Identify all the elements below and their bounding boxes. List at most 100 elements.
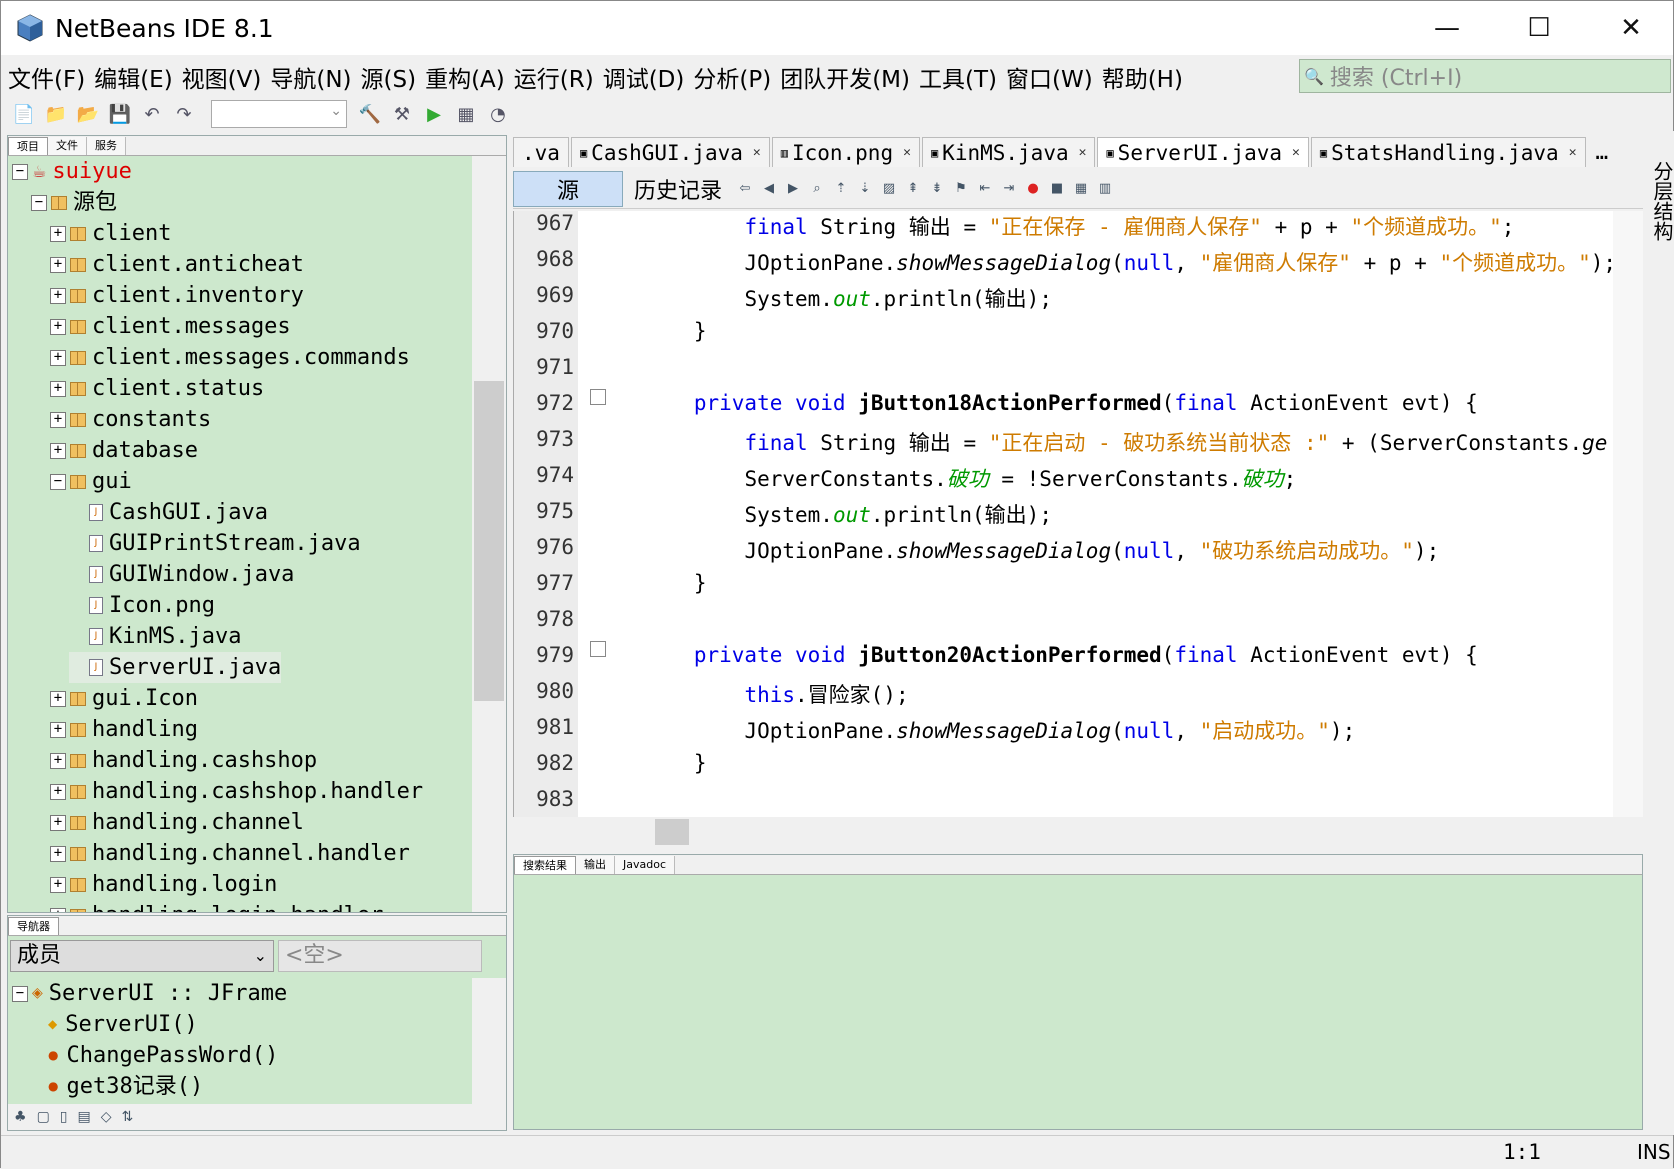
tab-javadoc[interactable]: Javadoc	[615, 856, 675, 874]
tab-partial[interactable]: .va	[513, 137, 569, 167]
maximize-button[interactable]: ☐	[1493, 1, 1585, 55]
collapse-toggle[interactable]: −	[12, 163, 28, 180]
save-all-icon[interactable]: 💾	[107, 101, 133, 127]
navigator-member-row[interactable]: ◆ ServerUI()	[48, 1009, 198, 1040]
tab-serverui[interactable]: ▣ ServerUI.java ✕	[1097, 137, 1309, 167]
collapse-toggle[interactable]: −	[50, 473, 66, 490]
debug-icon[interactable]: ▦	[453, 101, 479, 127]
tab-projects[interactable]: 项目	[8, 137, 48, 155]
close-icon[interactable]: ✕	[903, 145, 911, 160]
member-filter-select[interactable]: 成员 ⌄	[10, 940, 274, 972]
start-macro-icon[interactable]: ●	[1023, 179, 1043, 199]
find-next-icon[interactable]: ⇣	[855, 179, 875, 199]
expand-toggle[interactable]: +	[50, 287, 66, 304]
navigator-member-row[interactable]: ● get38记录()	[48, 1071, 203, 1102]
tab-output[interactable]: 输出	[576, 856, 615, 874]
tree-row[interactable]: − gui	[50, 466, 132, 497]
project-tree-scrollbar[interactable]	[472, 156, 506, 912]
scrollbar-thumb[interactable]	[474, 381, 504, 701]
tree-row[interactable]: + constants	[50, 404, 211, 435]
close-icon[interactable]: ✕	[1569, 145, 1577, 160]
menu-window[interactable]: 窗口(W)	[1006, 60, 1093, 94]
close-button[interactable]: ✕	[1585, 1, 1674, 55]
open-project-icon[interactable]: 📂	[75, 101, 101, 127]
prev-bookmark-icon[interactable]: ⇞	[903, 179, 923, 199]
tab-icon-png[interactable]: ▥ Icon.png ✕	[771, 137, 920, 167]
tab-services[interactable]: 服务	[87, 137, 126, 155]
tree-row[interactable]: + handling.login.handler	[50, 900, 383, 912]
expand-toggle[interactable]: +	[50, 783, 66, 800]
quick-search-field[interactable]: 🔍 搜索 (Ctrl+I)	[1299, 59, 1671, 93]
tree-row[interactable]: + client	[50, 218, 171, 249]
hscroll-thumb[interactable]	[655, 819, 689, 845]
tab-cashgui[interactable]: ▣ CashGUI.java ✕	[570, 137, 770, 167]
tree-row[interactable]: J GUIWindow.java	[69, 559, 294, 590]
tree-row[interactable]: J GUIPrintStream.java	[69, 528, 361, 559]
expand-toggle[interactable]: +	[50, 256, 66, 273]
close-icon[interactable]: ✕	[1079, 145, 1087, 160]
tab-search-results[interactable]: 搜索结果	[514, 856, 576, 874]
menu-tools[interactable]: 工具(T)	[919, 60, 997, 94]
static-icon[interactable]: ▯	[60, 1109, 68, 1125]
expand-toggle[interactable]: +	[50, 876, 66, 893]
close-icon[interactable]: ✕	[753, 145, 761, 160]
stop-macro-icon[interactable]: ■	[1047, 179, 1067, 199]
expand-toggle[interactable]: +	[50, 411, 66, 428]
fold-toggle-icon[interactable]	[590, 389, 606, 405]
tab-navigator[interactable]: 导航器	[8, 917, 59, 935]
secondary-filter-select[interactable]: <空>	[278, 940, 482, 972]
menu-view[interactable]: 视图(V)	[182, 60, 262, 94]
toggle-highlight-icon[interactable]: ▨	[879, 179, 899, 199]
tree-row[interactable]: + database	[50, 435, 198, 466]
inherited-icon[interactable]: ◇	[101, 1109, 112, 1125]
redo-icon[interactable]: ↷	[171, 101, 197, 127]
shift-left-icon[interactable]: ⇤	[975, 179, 995, 199]
menu-run[interactable]: 运行(R)	[514, 60, 594, 94]
minimize-button[interactable]: —	[1401, 1, 1493, 55]
more-tabs-button[interactable]: …	[1588, 137, 1617, 167]
menu-source[interactable]: 源(S)	[361, 60, 417, 94]
tree-row[interactable]: + gui.Icon	[50, 683, 198, 714]
expand-toggle[interactable]: +	[50, 907, 66, 912]
menu-file[interactable]: 文件(F)	[8, 60, 85, 94]
undo-icon[interactable]: ↶	[139, 101, 165, 127]
next-bookmark-icon[interactable]: ⇟	[927, 179, 947, 199]
editor-vscroll[interactable]	[1613, 211, 1643, 817]
tab-files[interactable]: 文件	[48, 137, 87, 155]
history-view-button[interactable]: 历史记录	[623, 171, 733, 207]
menu-refactor[interactable]: 重构(A)	[425, 60, 505, 94]
tree-row[interactable]: + handling.cashshop	[50, 745, 317, 776]
find-icon[interactable]: ⌕	[807, 179, 827, 199]
uncomment-icon[interactable]: ▥	[1095, 179, 1115, 199]
new-file-icon[interactable]: 📄	[11, 101, 37, 127]
profile-icon[interactable]: ◔	[485, 101, 511, 127]
tree-row[interactable]: − ☕ suiyue	[12, 156, 132, 187]
fields-icon[interactable]: ▢	[37, 1109, 50, 1125]
expand-toggle[interactable]: +	[50, 225, 66, 242]
menu-debug[interactable]: 调试(D)	[603, 60, 685, 94]
expand-toggle[interactable]: +	[50, 318, 66, 335]
back-icon[interactable]: ◀	[759, 179, 779, 199]
expand-toggle[interactable]: +	[50, 349, 66, 366]
menu-navigate[interactable]: 导航(N)	[270, 60, 351, 94]
menu-profile[interactable]: 分析(P)	[693, 60, 771, 94]
tree-row[interactable]: J KinMS.java	[69, 621, 241, 652]
hierarchy-tab[interactable]: 分层结构	[1648, 161, 1674, 241]
new-project-icon[interactable]: 📁	[43, 101, 69, 127]
configuration-select[interactable]: ⌄	[211, 100, 347, 128]
menu-team[interactable]: 团队开发(M)	[780, 60, 910, 94]
shift-right-icon[interactable]: ⇥	[999, 179, 1019, 199]
last-edit-icon[interactable]: ⇦	[735, 179, 755, 199]
tree-row[interactable]: + client.status	[50, 373, 264, 404]
tree-row[interactable]: J Icon.png	[69, 590, 215, 621]
tree-row[interactable]: + handling	[50, 714, 198, 745]
tab-statshandling[interactable]: ▣ StatsHandling.java ✕	[1310, 137, 1586, 167]
forward-icon[interactable]: ▶	[783, 179, 803, 199]
clean-build-icon[interactable]: ⚒	[389, 101, 415, 127]
sort-icon[interactable]: ⇅	[122, 1109, 134, 1125]
expand-toggle[interactable]: +	[50, 380, 66, 397]
tree-row[interactable]: − 源包	[31, 187, 117, 218]
comment-icon[interactable]: ▦	[1071, 179, 1091, 199]
expand-toggle[interactable]: +	[50, 752, 66, 769]
expand-toggle[interactable]: +	[50, 442, 66, 459]
